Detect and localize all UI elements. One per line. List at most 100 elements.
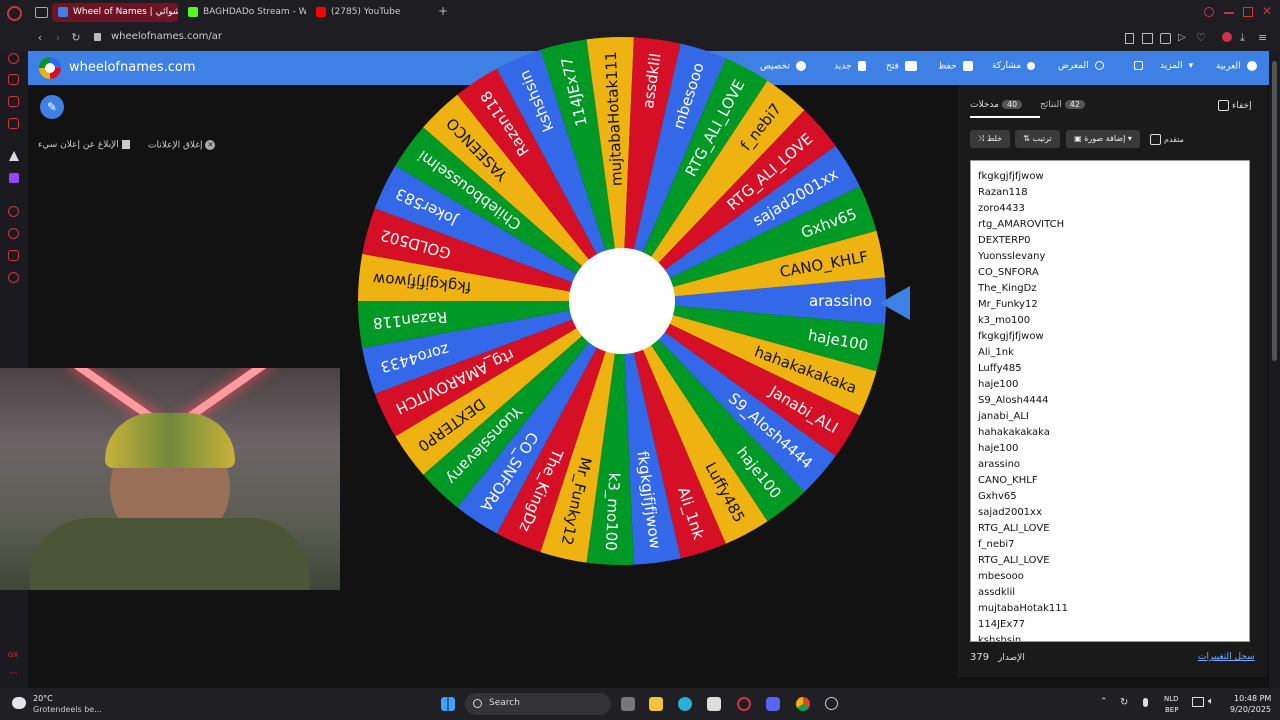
advanced-checkbox[interactable]: [1150, 134, 1161, 145]
url-field[interactable]: wheelofnames.com/ar: [111, 31, 222, 42]
browser-scroll-thumb[interactable]: [1272, 61, 1277, 361]
windows-start-icon[interactable]: [441, 697, 455, 711]
menu-language[interactable]: العربية: [1216, 61, 1257, 72]
entry-row[interactable]: kshshsin: [971, 633, 1249, 641]
close-ads-link[interactable]: إغلاق الإعلانات ✕: [148, 140, 216, 151]
entry-row[interactable]: 114JEx77: [971, 617, 1249, 633]
entry-row[interactable]: S9_Alosh4444: [971, 393, 1249, 409]
close-window-button[interactable]: ✕: [1262, 4, 1272, 18]
music-icon[interactable]: [8, 118, 19, 129]
extensions-icon[interactable]: [8, 250, 19, 261]
lang-top[interactable]: NLD: [1164, 695, 1179, 703]
entry-row[interactable]: Razan118: [971, 185, 1249, 201]
tab-wheel-of-names[interactable]: Wheel of Names | عشوائي: [52, 3, 178, 22]
taskbar-search[interactable]: Search: [465, 693, 611, 715]
kick-sidebar-icon[interactable]: [9, 151, 19, 161]
aria-icon[interactable]: [8, 53, 19, 64]
history-icon[interactable]: [8, 228, 19, 239]
entry-row[interactable]: CANO_KHLF: [971, 473, 1249, 489]
entry-row[interactable]: RTG_ALI_LOVE: [971, 553, 1249, 569]
wheel-center-button[interactable]: [569, 248, 675, 354]
entry-row[interactable]: haje100: [971, 377, 1249, 393]
entry-row[interactable]: hahakakakaka: [971, 425, 1249, 441]
entries-textarea[interactable]: fkgkgjfjfjwow Razan118 zoro4433 rtg_AMAROVI…: [970, 160, 1250, 642]
edge-icon[interactable]: [678, 697, 692, 711]
edit-pencil-button[interactable]: ✎: [40, 95, 64, 119]
hide-toggle[interactable]: إخفاء: [1218, 100, 1252, 111]
entry-row[interactable]: fkgkgjfjfjwow: [971, 169, 1249, 185]
wheel-logo-icon[interactable]: [39, 57, 61, 79]
gx-corner-icon[interactable]: GX: [8, 651, 18, 659]
entry-row[interactable]: fkgkgjfjfjwow: [971, 329, 1249, 345]
entry-row[interactable]: Mr_Funky12: [971, 297, 1249, 313]
adblock-icon[interactable]: [1160, 33, 1171, 44]
tray-volume-icon[interactable]: 🔈︎: [1208, 696, 1214, 707]
settings-gear-icon[interactable]: [8, 272, 19, 283]
menu-more[interactable]: المزيد ▾: [1160, 61, 1193, 71]
entry-row[interactable]: DEXTERP0: [971, 233, 1249, 249]
entry-row[interactable]: CO_SNFORA: [971, 265, 1249, 281]
clock-date[interactable]: 9/20/2025: [1230, 705, 1271, 714]
tab-entries[interactable]: مدخلات 40: [970, 100, 1025, 110]
hide-checkbox[interactable]: [1218, 100, 1229, 111]
entry-row[interactable]: f_nebi7: [971, 537, 1249, 553]
entry-row[interactable]: The_KingDz: [971, 281, 1249, 297]
tab-kick-stream[interactable]: BAGHDADo Stream - Wat: [182, 3, 306, 22]
chrome-icon[interactable]: [796, 697, 810, 711]
task-view-icon[interactable]: [621, 697, 635, 711]
opera-logo-icon[interactable]: [7, 6, 22, 21]
heart-icon[interactable]: ♡: [1196, 31, 1206, 44]
entry-row[interactable]: Yuonsslevany: [971, 249, 1249, 265]
clock-time[interactable]: 10:48 PM: [1234, 694, 1271, 703]
weather-temp[interactable]: 20°C: [33, 694, 53, 703]
entry-row[interactable]: Gxhv65: [971, 489, 1249, 505]
tray-network-icon[interactable]: [1192, 697, 1204, 707]
reload-button[interactable]: ↻: [68, 30, 84, 46]
fullscreen-button[interactable]: [1128, 61, 1143, 71]
advanced-toggle[interactable]: متقدم: [1150, 134, 1184, 145]
sort-button[interactable]: ⇅ ترتيب: [1015, 130, 1060, 148]
snapshot-icon[interactable]: [1142, 33, 1153, 44]
entry-row[interactable]: rtg_AMAROVITCH: [971, 217, 1249, 233]
tab-youtube[interactable]: (2785) YouTube: [310, 3, 430, 22]
entry-row[interactable]: RTG_ALI_LOVE: [971, 521, 1249, 537]
menu-open[interactable]: فتح: [886, 61, 917, 72]
store-icon[interactable]: [707, 697, 721, 711]
new-tab-button[interactable]: +: [438, 4, 448, 18]
discord-icon[interactable]: [766, 697, 780, 711]
entry-row[interactable]: haje100: [971, 441, 1249, 457]
changelog-link[interactable]: سجل التغييرات: [1198, 652, 1255, 662]
profile-icon[interactable]: [1222, 32, 1232, 42]
report-ad-link[interactable]: الإبلاغ عن إعلان سيء: [38, 140, 130, 150]
entry-row[interactable]: mujtabaHotak111: [971, 601, 1249, 617]
file-explorer-icon[interactable]: [649, 697, 663, 711]
menu-share[interactable]: مشاركة: [992, 61, 1036, 71]
entry-row[interactable]: assdklil: [971, 585, 1249, 601]
minimize-button[interactable]: [1224, 12, 1234, 14]
tray-chevron-up-icon[interactable]: ⌃: [1100, 697, 1108, 707]
tray-mic-icon[interactable]: [1143, 698, 1148, 707]
opera-gx-icon[interactable]: [737, 697, 751, 711]
forward-button[interactable]: ›: [50, 30, 66, 46]
add-image-button[interactable]: ▣ إضافة صورة ▾: [1066, 130, 1140, 148]
workspaces-icon[interactable]: [35, 7, 48, 18]
entry-row[interactable]: mbesooo: [971, 569, 1249, 585]
weather-desc[interactable]: Grotendeels be...: [33, 705, 102, 714]
lang-bottom[interactable]: BEP: [1165, 706, 1178, 714]
shuffle-button[interactable]: ⤨ خلط: [970, 130, 1010, 148]
entry-row[interactable]: janabi_ALI: [971, 409, 1249, 425]
entry-row[interactable]: sajad2001xx: [971, 505, 1249, 521]
download-icon[interactable]: ⤓: [1240, 31, 1245, 45]
menu-save[interactable]: حفظ: [938, 61, 973, 72]
crypto-wallet-icon[interactable]: [8, 74, 19, 85]
tray-sync-icon[interactable]: ↻: [1120, 697, 1128, 708]
wheel-of-names[interactable]: arassinohaje100hahakakakakaJanabi_ALIS9_…: [356, 35, 888, 567]
menu-icon[interactable]: ≡: [1258, 31, 1267, 44]
site-title[interactable]: wheelofnames.com: [69, 60, 196, 75]
weather-icon[interactable]: [12, 697, 26, 709]
messenger-icon[interactable]: [8, 96, 19, 107]
entry-row[interactable]: arassino: [971, 457, 1249, 473]
bookmark-icon[interactable]: [1125, 33, 1134, 44]
entry-row[interactable]: k3_mo100: [971, 313, 1249, 329]
menu-gallery[interactable]: المعرض: [1058, 61, 1104, 71]
